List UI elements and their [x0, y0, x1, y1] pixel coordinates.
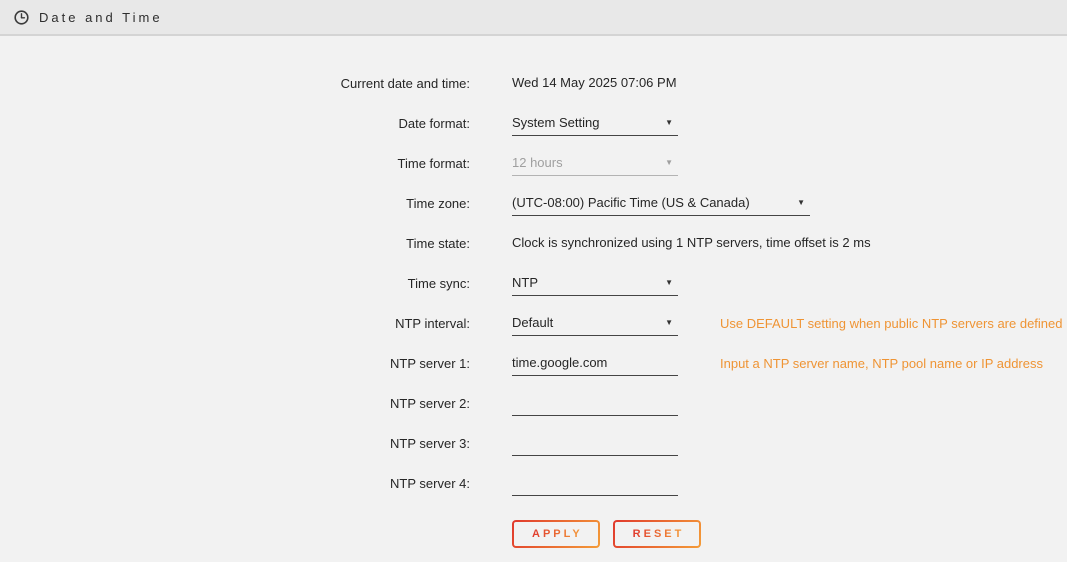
reset-button[interactable]: RESET — [613, 520, 702, 548]
ntp-interval-label: NTP interval: — [0, 316, 470, 331]
chevron-down-icon: ▼ — [665, 319, 673, 327]
date-format-label: Date format: — [0, 116, 470, 131]
chevron-down-icon: ▼ — [665, 159, 673, 167]
row-time-sync: Time sync: NTP ▼ — [0, 263, 1067, 303]
time-format-label: Time format: — [0, 156, 470, 171]
time-format-select: 12 hours ▼ — [512, 150, 678, 176]
row-time-state: Time state: Clock is synchronized using … — [0, 223, 1067, 263]
date-time-form: Current date and time: Wed 14 May 2025 0… — [0, 36, 1067, 548]
current-datetime-label: Current date and time: — [0, 76, 470, 91]
chevron-down-icon: ▼ — [665, 119, 673, 127]
time-zone-label: Time zone: — [0, 196, 470, 211]
apply-button-label: APPLY — [532, 528, 583, 540]
date-format-value: System Setting — [512, 115, 599, 130]
ntp-interval-value: Default — [512, 315, 553, 330]
ntp-server-4-label: NTP server 4: — [0, 476, 470, 491]
ntp-server-1-label: NTP server 1: — [0, 356, 470, 371]
time-sync-select[interactable]: NTP ▼ — [512, 270, 678, 296]
ntp-server-3-input[interactable] — [512, 430, 678, 456]
row-time-zone: Time zone: (UTC-08:00) Pacific Time (US … — [0, 183, 1067, 223]
row-ntp-interval: NTP interval: Default ▼ Use DEFAULT sett… — [0, 303, 1067, 343]
ntp-server-2-label: NTP server 2: — [0, 396, 470, 411]
row-time-format: Time format: 12 hours ▼ — [0, 143, 1067, 183]
row-date-format: Date format: System Setting ▼ — [0, 103, 1067, 143]
current-datetime-value: Wed 14 May 2025 07:06 PM — [512, 75, 677, 90]
clock-icon — [14, 10, 29, 25]
time-zone-select[interactable]: (UTC-08:00) Pacific Time (US & Canada) ▼ — [512, 190, 810, 216]
section-header: Date and Time — [0, 0, 1067, 36]
chevron-down-icon: ▼ — [797, 199, 805, 207]
ntp-server-1-hint: Input a NTP server name, NTP pool name o… — [720, 356, 1043, 371]
row-ntp-server-2: NTP server 2: — [0, 383, 1067, 423]
chevron-down-icon: ▼ — [665, 279, 673, 287]
row-ntp-server-4: NTP server 4: — [0, 463, 1067, 503]
ntp-server-1-input[interactable] — [512, 350, 678, 376]
row-ntp-server-3: NTP server 3: — [0, 423, 1067, 463]
ntp-interval-select[interactable]: Default ▼ — [512, 310, 678, 336]
ntp-server-3-label: NTP server 3: — [0, 436, 470, 451]
row-current-datetime: Current date and time: Wed 14 May 2025 0… — [0, 63, 1067, 103]
ntp-server-2-input[interactable] — [512, 390, 678, 416]
date-format-select[interactable]: System Setting ▼ — [512, 110, 678, 136]
page-title: Date and Time — [39, 10, 163, 25]
time-state-value: Clock is synchronized using 1 NTP server… — [512, 235, 871, 250]
reset-button-label: RESET — [633, 528, 685, 540]
apply-button[interactable]: APPLY — [512, 520, 600, 548]
ntp-interval-hint: Use DEFAULT setting when public NTP serv… — [720, 316, 1063, 331]
form-buttons: APPLY RESET — [512, 520, 1067, 548]
time-sync-value: NTP — [512, 275, 538, 290]
row-ntp-server-1: NTP server 1: Input a NTP server name, N… — [0, 343, 1067, 383]
time-format-value: 12 hours — [512, 155, 563, 170]
time-zone-value: (UTC-08:00) Pacific Time (US & Canada) — [512, 195, 750, 210]
time-state-label: Time state: — [0, 236, 470, 251]
time-sync-label: Time sync: — [0, 276, 470, 291]
ntp-server-4-input[interactable] — [512, 470, 678, 496]
